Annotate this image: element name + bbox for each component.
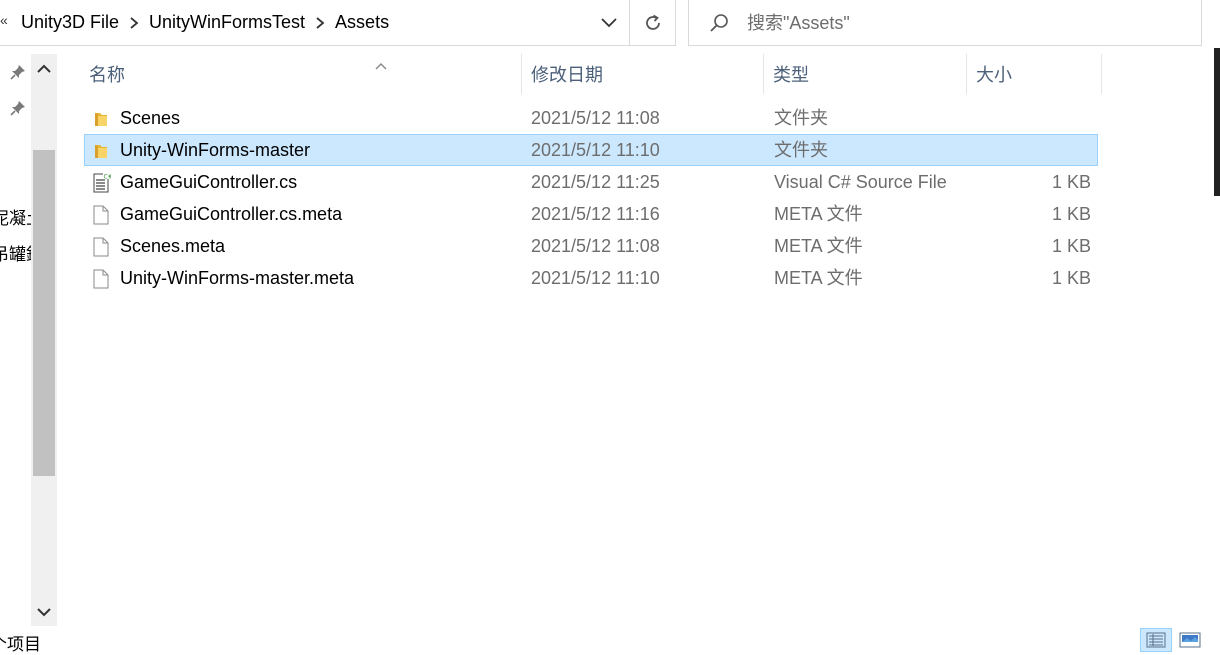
breadcrumb: Unity3D File UnityWinFormsTest Assets bbox=[19, 0, 391, 44]
file-row[interactable]: C# GameGuiController.cs 2021/5/12 11:25 Vis… bbox=[84, 166, 1098, 198]
file-size: 1 KB bbox=[1051, 172, 1091, 192]
refresh-icon bbox=[645, 14, 660, 30]
file-type: META 文件 bbox=[774, 236, 863, 256]
details-view-button[interactable] bbox=[1140, 628, 1172, 652]
window-edge bbox=[1214, 48, 1220, 196]
file-row[interactable]: GameGuiController.cs.meta 2021/5/12 11:16… bbox=[84, 198, 1098, 230]
file-type: META 文件 bbox=[774, 268, 863, 288]
chevron-down-icon bbox=[37, 607, 51, 616]
column-name[interactable]: 名称 bbox=[80, 54, 522, 94]
file-size bbox=[965, 135, 1091, 165]
svg-text:C#: C# bbox=[104, 174, 112, 181]
file-date: 2021/5/12 11:16 bbox=[531, 204, 660, 224]
address-row: « Unity3D File UnityWinFormsTest Assets bbox=[0, 0, 1220, 46]
column-size[interactable]: 大小 bbox=[967, 54, 1102, 94]
large-icons-view-button[interactable] bbox=[1174, 628, 1206, 652]
scroll-down-button[interactable] bbox=[31, 598, 57, 626]
file-icon bbox=[91, 205, 111, 225]
file-name: Scenes.meta bbox=[120, 236, 226, 256]
status-bar: 个项目 bbox=[0, 628, 1220, 654]
file-row[interactable]: Unity-WinForms-master 2021/5/12 11:10 文件夹 bbox=[84, 134, 1098, 166]
file-type: 文件夹 bbox=[774, 140, 828, 160]
chevron-down-icon bbox=[601, 17, 617, 27]
search-box[interactable] bbox=[688, 0, 1202, 46]
column-date[interactable]: 修改日期 bbox=[522, 54, 764, 94]
file-date: 2021/5/12 11:25 bbox=[531, 172, 660, 192]
file-list-pane: 名称 修改日期 类型 大小 Scenes 2021/5/12 11:08 文件夹 Un… bbox=[60, 46, 1220, 628]
details-view-icon bbox=[1146, 632, 1166, 648]
file-date: 2021/5/12 11:08 bbox=[531, 236, 660, 256]
file-name: Unity-WinForms-master bbox=[120, 140, 311, 160]
file-row[interactable]: Scenes 2021/5/12 11:08 文件夹 bbox=[84, 102, 1098, 134]
file-type: META 文件 bbox=[774, 204, 863, 224]
address-bar[interactable]: « Unity3D File UnityWinFormsTest Assets bbox=[0, 0, 676, 46]
breadcrumb-item[interactable]: UnityWinFormsTest bbox=[147, 12, 307, 33]
file-name: GameGuiController.cs.meta bbox=[120, 204, 343, 224]
chevron-right-icon[interactable] bbox=[121, 12, 147, 33]
file-type: Visual C# Source File bbox=[774, 172, 947, 192]
column-type[interactable]: 类型 bbox=[764, 54, 967, 94]
folder-icon bbox=[91, 141, 111, 161]
search-icon bbox=[710, 14, 728, 32]
file-name: Unity-WinForms-master.meta bbox=[120, 268, 355, 288]
csharp-file-icon: C# bbox=[91, 173, 113, 193]
file-size bbox=[965, 103, 1091, 133]
scrollbar-thumb[interactable] bbox=[33, 150, 55, 476]
file-date: 2021/5/12 11:10 bbox=[531, 268, 660, 288]
file-size: 1 KB bbox=[1051, 204, 1091, 224]
folder-icon bbox=[91, 109, 111, 129]
pin-icon[interactable] bbox=[10, 64, 26, 80]
pin-icon[interactable] bbox=[10, 100, 26, 116]
file-name: Scenes bbox=[120, 108, 181, 128]
breadcrumb-overflow[interactable]: « bbox=[0, 12, 8, 28]
file-icon bbox=[91, 269, 111, 289]
column-header: 名称 修改日期 类型 大小 bbox=[80, 54, 1110, 94]
nav-scrollbar[interactable] bbox=[31, 54, 57, 626]
navigation-pane: 泥凝土 吊罐鈕 bbox=[0, 46, 60, 628]
file-size: 1 KB bbox=[1051, 268, 1091, 288]
file-row[interactable]: Scenes.meta 2021/5/12 11:08 META 文件 1 KB bbox=[84, 230, 1098, 262]
refresh-button[interactable] bbox=[629, 0, 675, 45]
breadcrumb-item[interactable]: Assets bbox=[333, 12, 391, 33]
file-size: 1 KB bbox=[1051, 236, 1091, 256]
item-count-text: 个项目 bbox=[0, 635, 41, 654]
chevron-up-icon bbox=[37, 64, 51, 73]
file-type: 文件夹 bbox=[774, 108, 828, 128]
file-date: 2021/5/12 11:10 bbox=[531, 140, 660, 160]
file-row[interactable]: Unity-WinForms-master.meta 2021/5/12 11:1… bbox=[84, 262, 1098, 294]
address-history-button[interactable] bbox=[590, 0, 628, 45]
chevron-right-icon[interactable] bbox=[307, 12, 333, 33]
large-icons-view-icon bbox=[1179, 632, 1201, 648]
breadcrumb-item[interactable]: Unity3D File bbox=[19, 12, 121, 33]
scroll-up-button[interactable] bbox=[31, 54, 57, 82]
search-input[interactable] bbox=[747, 8, 1187, 38]
file-icon bbox=[91, 237, 111, 257]
file-date: 2021/5/12 11:08 bbox=[531, 108, 660, 128]
file-name: GameGuiController.cs bbox=[120, 172, 298, 192]
